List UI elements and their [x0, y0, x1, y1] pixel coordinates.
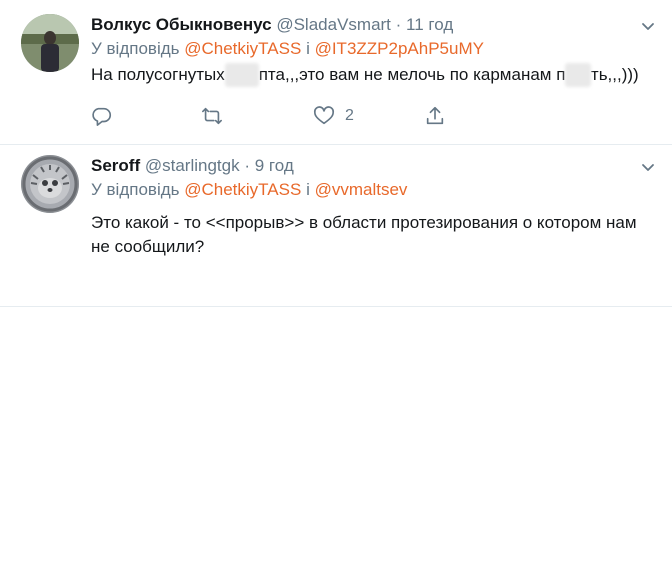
censored-fragment: xxx — [565, 63, 591, 87]
avatar[interactable] — [21, 14, 79, 72]
chevron-down-icon[interactable] — [640, 159, 656, 175]
replies-timeline: Волкус Обыкновенус @SladaVsmart · 11 год… — [0, 0, 672, 582]
like-button[interactable]: 2 — [313, 104, 354, 128]
share-button[interactable] — [424, 104, 446, 128]
tweet-content: Seroff @starlingtgk · 9 год У відповідь … — [91, 155, 654, 259]
display-name[interactable]: Волкус Обыкновенус — [91, 15, 272, 34]
separator-dot: · — [244, 156, 251, 175]
mention-link[interactable]: @IT3ZZP2pAhP5uMY — [315, 39, 484, 58]
display-name[interactable]: Seroff — [91, 156, 140, 175]
separator-dot: · — [395, 15, 402, 34]
retweet-button[interactable] — [201, 104, 233, 128]
reply-context: У відповідь @ChetkiyTASS і @vvmaltsev — [91, 179, 654, 201]
mention-link[interactable]: @ChetkiyTASS — [184, 39, 301, 58]
tweet-text-part: ть,,,))) — [590, 65, 639, 84]
chevron-down-icon[interactable] — [640, 18, 656, 34]
reply-context: У відповідь @ChetkiyTASS і @IT3ZZP2pAhP5… — [91, 38, 654, 60]
like-count: 2 — [345, 107, 354, 124]
tweet-text: На полусогнутыхxxxxпта,,,это вам не мело… — [91, 63, 654, 87]
user-handle[interactable]: @SladaVsmart — [276, 15, 391, 34]
avatar-photo — [21, 155, 79, 213]
reply-icon — [92, 107, 112, 126]
tweet-text: Это какой - то <<прорыв>> в области прот… — [91, 213, 637, 256]
censored-fragment: xxxx — [224, 63, 259, 87]
avatar-photo — [21, 14, 79, 72]
tweet[interactable]: Seroff @starlingtgk · 9 год У відповідь … — [0, 145, 672, 307]
tweet-header: Волкус Обыкновенус @SladaVsmart · 11 год — [91, 14, 654, 36]
tweet-content: Волкус Обыкновенус @SladaVsmart · 11 год… — [91, 14, 654, 87]
reply-prefix: У відповідь — [91, 180, 180, 199]
tweet[interactable]: Волкус Обыкновенус @SladaVsmart · 11 год… — [0, 0, 672, 145]
share-icon — [426, 106, 444, 125]
timestamp[interactable]: 11 год — [406, 15, 453, 34]
timestamp[interactable]: 9 год — [255, 156, 294, 175]
tweet-actions: 2 — [91, 104, 451, 128]
retweet-icon — [202, 107, 222, 125]
reply-join: і — [306, 180, 310, 199]
reply-button[interactable] — [91, 104, 113, 128]
avatar[interactable] — [21, 155, 79, 213]
tweet-actions — [91, 402, 451, 426]
user-handle[interactable]: @starlingtgk — [145, 156, 240, 175]
reply-prefix: У відповідь — [91, 39, 180, 58]
tweet-header: Seroff @starlingtgk · 9 год — [91, 155, 654, 177]
tweet-text-part: пта,,,это вам не мелочь по карманам п — [258, 65, 566, 84]
tweet-text-part: На полусогнутых — [91, 65, 225, 84]
mention-link[interactable]: @vvmaltsev — [315, 180, 408, 199]
heart-icon — [314, 106, 334, 125]
mention-link[interactable]: @ChetkiyTASS — [184, 180, 301, 199]
reply-join: і — [306, 39, 310, 58]
